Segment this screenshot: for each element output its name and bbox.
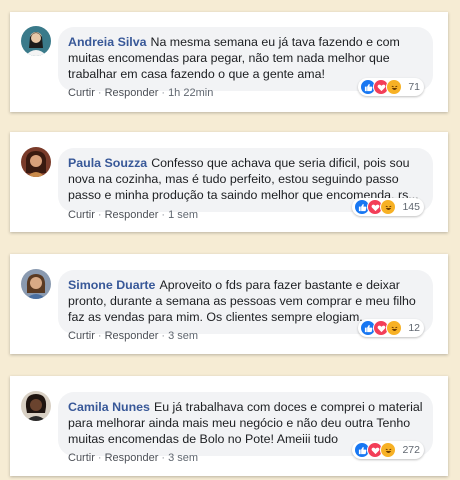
avatar-photo-icon: [21, 391, 51, 421]
reply-link[interactable]: Responder: [105, 330, 159, 342]
reactions-summary[interactable]: 272: [352, 441, 424, 459]
haha-reaction-icon: [380, 442, 397, 458]
comment-card: Simone Duarte Aproveito o fds para fazer …: [10, 254, 448, 354]
like-link[interactable]: Curtir: [68, 87, 95, 99]
reply-link[interactable]: Responder: [105, 209, 159, 221]
comment-author[interactable]: Camila Nunes: [68, 400, 150, 414]
comment-actions: Curtir · Responder · 1 sem: [68, 209, 199, 221]
comment-time[interactable]: 1h 22min: [168, 87, 213, 99]
like-link[interactable]: Curtir: [68, 452, 95, 464]
avatar[interactable]: [21, 269, 51, 299]
haha-reaction-icon: [386, 79, 403, 95]
comment-card: Paula Souzza Confesso que achava que seri…: [10, 132, 448, 232]
avatar[interactable]: [21, 26, 51, 56]
like-link[interactable]: Curtir: [68, 330, 95, 342]
avatar-photo-icon: [21, 269, 51, 299]
avatar-photo-icon: [21, 147, 51, 177]
like-link[interactable]: Curtir: [68, 209, 95, 221]
avatar-photo-icon: [21, 26, 51, 56]
reactions-summary[interactable]: 145: [352, 198, 424, 216]
reactions-summary[interactable]: 71: [358, 78, 424, 96]
reply-link[interactable]: Responder: [105, 452, 159, 464]
reactions-count: 145: [402, 201, 420, 213]
comment-time[interactable]: 3 sem: [168, 330, 198, 342]
comment-time[interactable]: 1 sem: [168, 209, 198, 221]
comment-card: Camila Nunes Eu já trabalhava com doces e…: [10, 376, 448, 476]
reply-link[interactable]: Responder: [105, 87, 159, 99]
reactions-count: 12: [408, 322, 420, 334]
comment-time[interactable]: 3 sem: [168, 452, 198, 464]
comment-author[interactable]: Paula Souzza: [68, 156, 147, 170]
reactions-count: 71: [408, 81, 420, 93]
reactions-count: 272: [402, 444, 420, 456]
haha-reaction-icon: [386, 320, 403, 336]
comment-author[interactable]: Simone Duarte: [68, 278, 155, 292]
comment-actions: Curtir · Responder · 3 sem: [68, 452, 199, 464]
comment-author[interactable]: Andreia Silva: [68, 35, 147, 49]
haha-reaction-icon: [380, 199, 397, 215]
comment-actions: Curtir · Responder · 3 sem: [68, 330, 199, 342]
avatar[interactable]: [21, 147, 51, 177]
comment-card: Andreia Silva Na mesma semana eu já tava …: [10, 12, 448, 112]
avatar[interactable]: [21, 391, 51, 421]
reactions-summary[interactable]: 12: [358, 319, 424, 337]
comment-actions: Curtir · Responder · 1h 22min: [68, 87, 214, 99]
